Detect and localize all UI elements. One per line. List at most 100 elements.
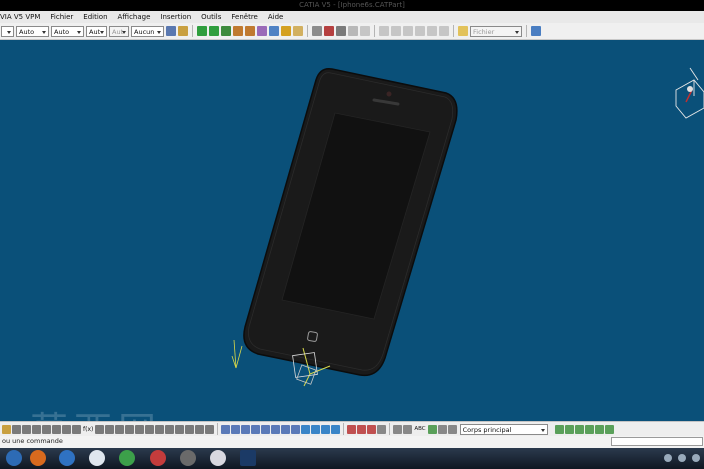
tool-icon[interactable] bbox=[594, 424, 604, 434]
tool-icon[interactable] bbox=[205, 424, 215, 434]
start-icon[interactable] bbox=[6, 450, 22, 466]
compass-widget[interactable] bbox=[675, 67, 704, 119]
pocket-icon[interactable] bbox=[357, 424, 367, 434]
hide-icon[interactable] bbox=[321, 424, 331, 434]
wireframe-icon[interactable] bbox=[311, 424, 321, 434]
layer-combo[interactable]: Aut bbox=[86, 25, 107, 37]
tool-icon[interactable] bbox=[564, 424, 574, 434]
snap-icon[interactable] bbox=[391, 26, 401, 36]
menu-insertion[interactable]: Insertion bbox=[155, 11, 196, 23]
swap-space-icon[interactable] bbox=[324, 26, 334, 36]
painter-icon[interactable] bbox=[166, 26, 176, 36]
check-icon[interactable] bbox=[427, 424, 437, 434]
3d-viewport[interactable] bbox=[0, 40, 704, 421]
tool-icon[interactable] bbox=[32, 424, 41, 434]
tool-icon[interactable] bbox=[12, 424, 21, 434]
tool-icon[interactable] bbox=[437, 424, 447, 434]
tray-icon[interactable] bbox=[678, 454, 686, 462]
render-style-icon[interactable] bbox=[336, 26, 346, 36]
tool-icon[interactable] bbox=[165, 424, 175, 434]
app-icon[interactable] bbox=[150, 450, 166, 466]
app-icon[interactable] bbox=[119, 450, 135, 466]
file-filter-combo[interactable]: Fichier bbox=[470, 25, 522, 37]
line-weight-combo[interactable]: Auto bbox=[51, 25, 84, 37]
body-select-combo[interactable]: Corps principal bbox=[459, 423, 548, 435]
brush-icon[interactable] bbox=[178, 26, 188, 36]
disabled-tool-icon[interactable] bbox=[360, 26, 370, 36]
command-input[interactable] bbox=[611, 437, 703, 446]
tool-icon[interactable] bbox=[72, 424, 81, 434]
color-combo[interactable]: Aucun bbox=[131, 25, 164, 37]
tool-icon[interactable] bbox=[155, 424, 165, 434]
app-icon[interactable] bbox=[180, 450, 196, 466]
filter-icon[interactable] bbox=[439, 26, 449, 36]
tool-icon[interactable] bbox=[584, 424, 594, 434]
view-iso-icon[interactable] bbox=[231, 424, 241, 434]
toolbar-combo-0[interactable] bbox=[1, 25, 14, 37]
app-icon[interactable] bbox=[89, 450, 105, 466]
tool-icon[interactable] bbox=[42, 424, 51, 434]
tool-icon[interactable] bbox=[125, 424, 135, 434]
tool-icon[interactable] bbox=[115, 424, 125, 434]
tray-icon[interactable] bbox=[664, 454, 672, 462]
tool-icon[interactable] bbox=[604, 424, 614, 434]
view-front-icon[interactable] bbox=[221, 424, 231, 434]
folder-icon[interactable] bbox=[458, 26, 468, 36]
zoom-area-icon[interactable] bbox=[251, 424, 261, 434]
browser-icon[interactable] bbox=[59, 450, 75, 466]
brush-icon[interactable] bbox=[2, 424, 11, 434]
firefox-icon[interactable] bbox=[30, 450, 46, 466]
menu-affichage[interactable]: Affichage bbox=[113, 11, 156, 23]
publish-icon[interactable] bbox=[531, 26, 541, 36]
tool-icon[interactable] bbox=[175, 424, 185, 434]
tool-icon[interactable] bbox=[62, 424, 71, 434]
shaded-icon[interactable] bbox=[301, 424, 311, 434]
compass-icon[interactable] bbox=[415, 26, 425, 36]
menu-edition[interactable]: Edition bbox=[78, 11, 112, 23]
pad-icon[interactable] bbox=[347, 424, 357, 434]
formula-label[interactable]: f(x) bbox=[82, 426, 94, 433]
tool-icon[interactable] bbox=[52, 424, 61, 434]
tool-icon[interactable] bbox=[135, 424, 145, 434]
fly-mode-icon[interactable] bbox=[269, 26, 279, 36]
menu-aide[interactable]: Aide bbox=[263, 11, 288, 23]
menu-outils[interactable]: Outils bbox=[196, 11, 226, 23]
grid-icon[interactable] bbox=[403, 26, 413, 36]
tool-icon[interactable] bbox=[574, 424, 584, 434]
show-icon[interactable] bbox=[331, 424, 341, 434]
measure-icon[interactable] bbox=[393, 424, 403, 434]
tool-icon[interactable] bbox=[145, 424, 155, 434]
tool-icon[interactable] bbox=[185, 424, 195, 434]
zoom-out-icon[interactable] bbox=[245, 26, 255, 36]
rotate-icon[interactable] bbox=[291, 424, 301, 434]
active-window-icon[interactable] bbox=[240, 450, 256, 466]
tray-icon[interactable] bbox=[692, 454, 700, 462]
rotate-icon[interactable] bbox=[221, 26, 231, 36]
hide-show-icon[interactable] bbox=[312, 26, 322, 36]
menu-fenetre[interactable]: Fenêtre bbox=[226, 11, 262, 23]
normal-view-icon[interactable] bbox=[257, 26, 267, 36]
menu-via-vpm[interactable]: VIA V5 VPM bbox=[0, 11, 45, 23]
pan-icon[interactable] bbox=[281, 424, 291, 434]
tool-icon[interactable] bbox=[105, 424, 115, 434]
catalog-icon[interactable] bbox=[379, 26, 389, 36]
shading-icon[interactable] bbox=[348, 26, 358, 36]
tool-icon[interactable] bbox=[447, 424, 457, 434]
tool-icon[interactable] bbox=[95, 424, 105, 434]
selection-icon[interactable] bbox=[427, 26, 437, 36]
menu-fichier[interactable]: Fichier bbox=[45, 11, 78, 23]
line-type-combo[interactable]: Auto bbox=[16, 25, 49, 37]
zoom-in-icon[interactable] bbox=[233, 26, 243, 36]
fit-all-icon[interactable] bbox=[209, 26, 219, 36]
analysis-icon[interactable] bbox=[403, 424, 413, 434]
phone-model[interactable] bbox=[243, 67, 458, 377]
tool-icon[interactable] bbox=[195, 424, 205, 434]
tool-icon[interactable] bbox=[22, 424, 31, 434]
view-top-icon[interactable] bbox=[241, 424, 251, 434]
shaft-icon[interactable] bbox=[367, 424, 377, 434]
pan-icon[interactable] bbox=[197, 26, 207, 36]
sketch-icon[interactable] bbox=[377, 424, 387, 434]
point-type-combo[interactable]: Aut bbox=[109, 25, 129, 37]
walk-icon[interactable] bbox=[281, 26, 291, 36]
catia-icon[interactable] bbox=[210, 450, 226, 466]
